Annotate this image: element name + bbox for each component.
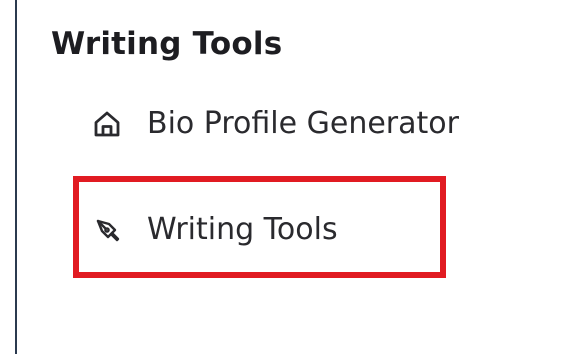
nav-item-label: Writing Tools [147,212,338,247]
nav-item-bio-profile-generator[interactable]: Bio Profile Generator [92,106,459,141]
pen-nib-icon [93,215,123,245]
nav-item-writing-tools[interactable]: Writing Tools [93,212,338,247]
home-icon [92,109,122,139]
nav-item-label: Bio Profile Generator [147,106,459,141]
section-title: Writing Tools [51,26,283,62]
